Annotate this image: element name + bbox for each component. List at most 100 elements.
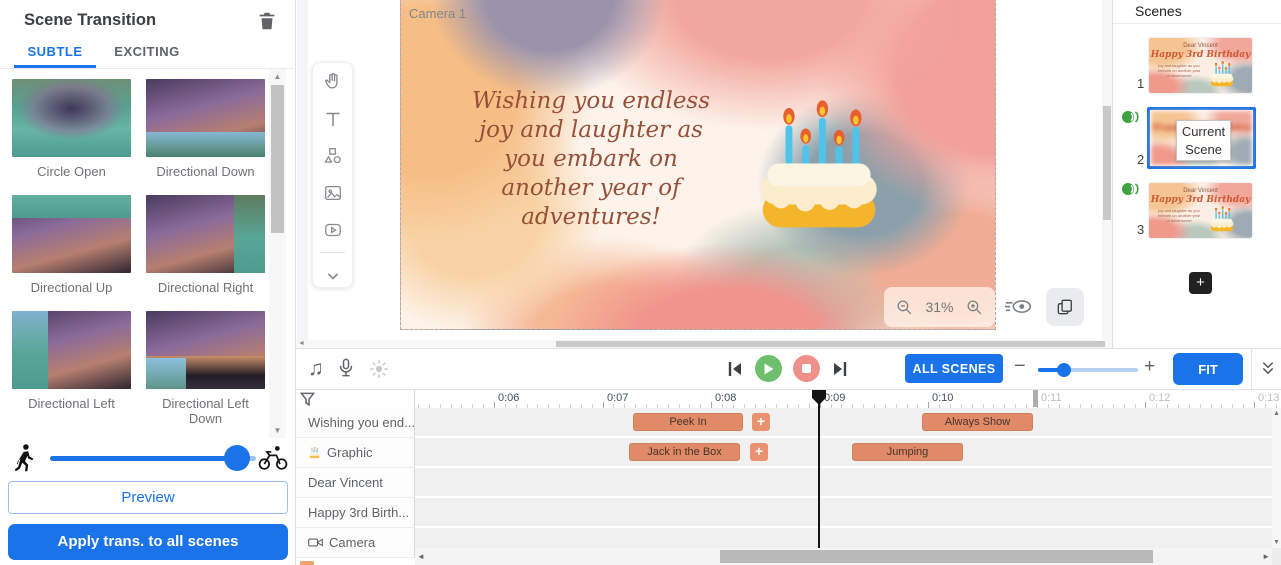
- timeline-lane[interactable]: [415, 498, 1272, 526]
- timeline-lane[interactable]: Peek In Always Show +: [415, 408, 1272, 436]
- fit-button[interactable]: FIT: [1173, 353, 1243, 385]
- timeline-row-label[interactable]: Camera: [296, 528, 415, 558]
- timeline-lane[interactable]: Jack in the Box Jumping +: [415, 438, 1272, 466]
- scrollbar-up-arrow[interactable]: ▲: [269, 69, 286, 84]
- timeline-bar[interactable]: Always Show: [922, 413, 1033, 431]
- stop-icon: [802, 364, 811, 373]
- transition-thumbnail[interactable]: [146, 195, 265, 273]
- transition-thumbnail[interactable]: [12, 195, 131, 273]
- timeline-row-label[interactable]: Graphic: [296, 438, 415, 468]
- scene-item-2-current[interactable]: Happy 3rd Birthday Current Scene: [1147, 107, 1256, 169]
- timeline-hscroll-thumb[interactable]: [720, 550, 1153, 563]
- shapes-icon: [322, 145, 344, 167]
- timeline-vscroll-down-arrow[interactable]: ▼: [1272, 539, 1281, 546]
- timeline-row-label[interactable]: Dear Vincent: [296, 468, 415, 498]
- transition-thumbnail[interactable]: [146, 79, 265, 157]
- transition-toggle-1[interactable]: [1121, 109, 1141, 130]
- timeline-lane[interactable]: [415, 468, 1272, 496]
- duplicate-button[interactable]: [1046, 288, 1084, 326]
- timeline-hscroll-left-arrow[interactable]: ◄: [417, 548, 425, 565]
- brightness-button[interactable]: [368, 358, 390, 380]
- tab-subtle[interactable]: SUBTLE: [14, 40, 96, 68]
- transition-card[interactable]: Directional Up: [12, 195, 131, 295]
- shapes-tool[interactable]: [313, 137, 352, 174]
- transition-thumbnail[interactable]: [12, 79, 131, 157]
- transition-label: Directional Up: [12, 280, 131, 295]
- skip-start-icon: [726, 360, 744, 378]
- canvas-vscrollbar-thumb[interactable]: [1103, 106, 1111, 220]
- scene-end-marker: [1033, 390, 1038, 407]
- transition-toggle-2[interactable]: [1121, 181, 1141, 202]
- birthday-cake-graphic[interactable]: [743, 89, 895, 241]
- transition-thumbnail[interactable]: [12, 311, 131, 389]
- zoom-in-button[interactable]: [965, 298, 984, 317]
- transition-speed-slider[interactable]: [50, 456, 256, 461]
- timeline-hscroll-right-arrow[interactable]: ►: [1262, 548, 1270, 565]
- music-button[interactable]: ♫: [308, 357, 324, 381]
- preview-visibility-button[interactable]: [1004, 295, 1034, 324]
- image-icon: [322, 182, 344, 204]
- apply-transition-button[interactable]: Apply trans. to all scenes: [8, 524, 288, 560]
- collapse-timeline-button[interactable]: [1258, 359, 1278, 379]
- scrollbar-thumb[interactable]: [271, 85, 284, 233]
- hscrollbar-left-arrow[interactable]: ◄: [298, 340, 305, 348]
- preview-button[interactable]: Preview: [8, 481, 288, 514]
- card-text-line: you embark on: [441, 145, 741, 174]
- transition-speed-row: [0, 440, 296, 478]
- canvas-vertical-scrollbar[interactable]: [1102, 0, 1112, 340]
- timeline-row-label[interactable]: Happy 3rd Birth...: [296, 498, 415, 528]
- scene-item-1[interactable]: Dear Vincent Happy 3rd Birthday joy and …: [1149, 38, 1252, 93]
- timeline-zoom-out-button[interactable]: −: [1014, 355, 1026, 378]
- timeline-bar[interactable]: Peek In: [633, 413, 743, 431]
- transition-card[interactable]: Directional Right: [146, 195, 265, 295]
- add-effect-button[interactable]: +: [752, 413, 770, 431]
- ruler-time-label: 0:06: [498, 392, 519, 404]
- toolbar-more-button[interactable]: [313, 257, 352, 294]
- microphone-button[interactable]: [336, 357, 356, 381]
- speed-slider-thumb[interactable]: [224, 445, 250, 471]
- play-button[interactable]: [755, 355, 782, 382]
- zoom-out-button[interactable]: [895, 298, 914, 317]
- timeline-row-label[interactable]: Wishing you end...: [296, 408, 415, 438]
- playback-cluster: [726, 355, 849, 382]
- transition-thumbnail[interactable]: [146, 311, 265, 389]
- timeline-zoom-in-button[interactable]: +: [1144, 356, 1155, 378]
- timeline-horizontal-scrollbar[interactable]: ◄ ►: [415, 548, 1272, 565]
- video-tool[interactable]: [313, 211, 352, 248]
- tab-exciting[interactable]: EXCITING: [108, 40, 186, 68]
- scene-item-3[interactable]: Dear Vincent Happy 3rd Birthday joy and …: [1149, 183, 1252, 238]
- timeline-zoom-thumb[interactable]: [1057, 363, 1071, 377]
- transition-scrollbar[interactable]: ▲ ▼: [269, 69, 286, 438]
- transition-card[interactable]: Directional Left Down: [146, 311, 265, 426]
- transition-card[interactable]: Directional Left: [12, 311, 131, 426]
- transition-card[interactable]: Circle Open: [12, 79, 131, 179]
- timeline-bar[interactable]: Jumping: [852, 443, 963, 461]
- all-scenes-button[interactable]: ALL SCENES: [905, 354, 1003, 383]
- scrollbar-down-arrow[interactable]: ▼: [269, 423, 286, 438]
- image-tool[interactable]: [313, 174, 352, 211]
- stop-button[interactable]: [793, 355, 820, 382]
- canvas-horizontal-scrollbar[interactable]: ◄: [296, 340, 1112, 348]
- ruler-time-label: 0:09: [824, 392, 845, 404]
- card-text-line: joy and laughter as: [441, 116, 741, 145]
- add-effect-button[interactable]: +: [750, 443, 768, 461]
- delete-transition-button[interactable]: [256, 10, 280, 34]
- skip-to-start-button[interactable]: [726, 360, 744, 378]
- chevron-down-icon: [323, 266, 343, 286]
- transition-card[interactable]: Directional Down: [146, 79, 265, 179]
- ruler-time-label: 0:12: [1149, 392, 1170, 404]
- card-text[interactable]: Wishing you endlessjoy and laughter asyo…: [441, 87, 741, 232]
- canvas-hscrollbar-thumb[interactable]: [556, 341, 1105, 347]
- skip-to-end-button[interactable]: [831, 360, 849, 378]
- add-scene-button[interactable]: +: [1189, 272, 1212, 294]
- timeline-ruler[interactable]: 0:060:070:080:090:100:110:120:13: [415, 390, 1281, 408]
- timeline-bar[interactable]: Jack in the Box: [629, 443, 740, 461]
- ruler-time-label: 0:08: [715, 392, 736, 404]
- timeline-vscroll-up-arrow[interactable]: ▲: [1272, 410, 1281, 417]
- timeline-vertical-scrollbar[interactable]: ▲ ▼: [1272, 408, 1281, 548]
- text-tool[interactable]: [313, 100, 352, 137]
- card-text-line: Wishing you endless: [441, 87, 741, 116]
- pan-hand-tool[interactable]: [313, 63, 352, 100]
- timeline-zoom-slider[interactable]: [1038, 368, 1138, 372]
- stage-canvas[interactable]: Camera 1 Wishing you endlessjoy and laug…: [400, 0, 996, 330]
